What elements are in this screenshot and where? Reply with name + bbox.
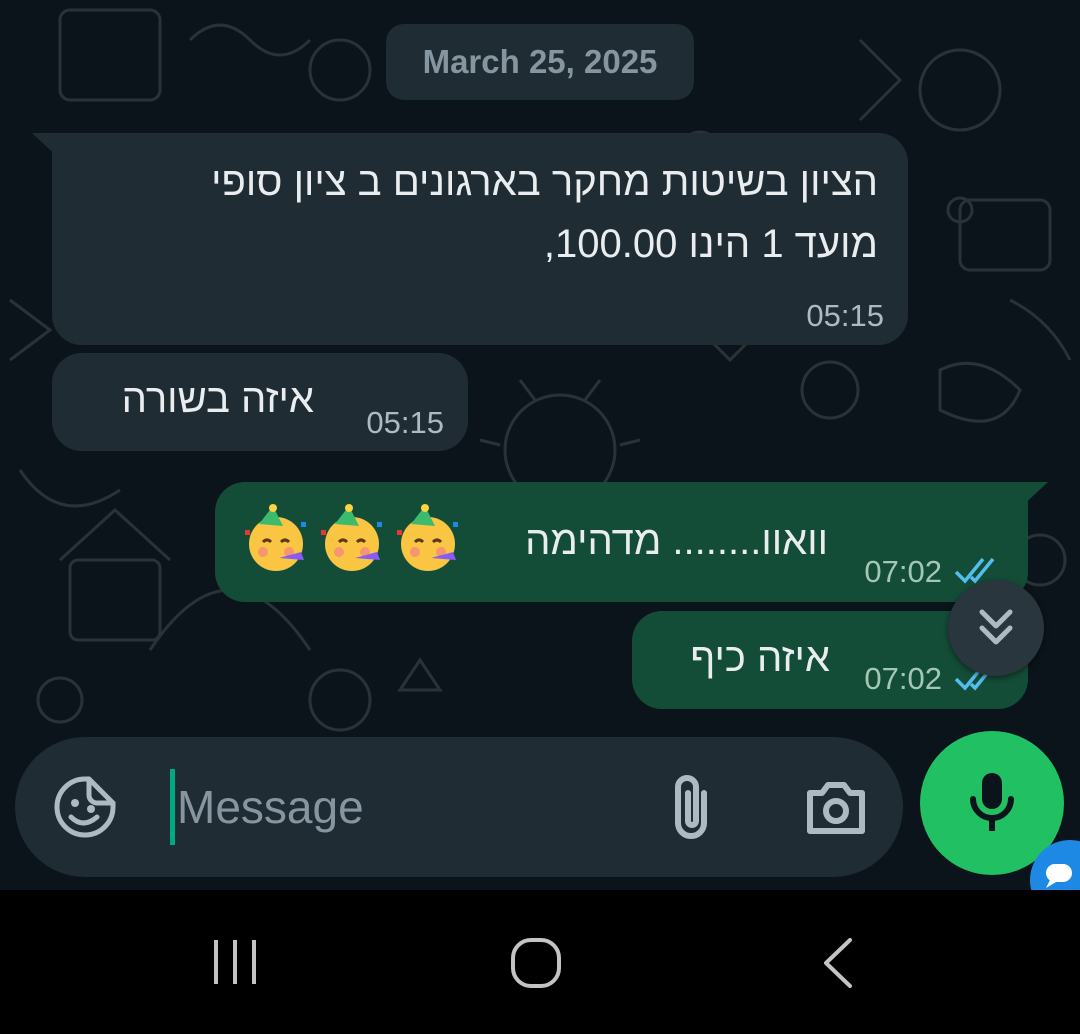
date-chip: March 25, 2025: [386, 24, 694, 100]
emoji-row: [243, 504, 461, 576]
bubble-tail: [32, 133, 62, 161]
chat-background[interactable]: March 25, 2025 הציון בשיטות מחקר בארגוני…: [0, 0, 1080, 890]
message-text: איזה כיף: [690, 636, 830, 680]
message-composer[interactable]: Message: [15, 737, 903, 877]
whatsapp-chat-screen: March 25, 2025 הציון בשיטות מחקר בארגוני…: [0, 0, 1080, 1034]
system-navigation-bar: [0, 890, 1080, 1034]
paperclip-icon[interactable]: [666, 771, 716, 843]
double-chevron-down-icon: [979, 609, 1013, 645]
partying-face-emoji-icon: [321, 504, 382, 571]
recents-icon[interactable]: [210, 938, 260, 988]
message-input[interactable]: Message: [177, 780, 364, 834]
message-bubble-outgoing[interactable]: וואוו........ מדהימה 07:02: [215, 482, 1048, 602]
partying-face-emoji-icon: [397, 504, 458, 571]
partying-face-emoji-icon: [245, 504, 306, 571]
message-time: 07:02: [864, 554, 942, 589]
message-text: איזה בשורה: [121, 377, 314, 421]
message-line: הציון בשיטות מחקר בארגונים ב ציון סופי: [211, 160, 878, 204]
chat-icon: [1046, 864, 1072, 888]
microphone-icon: [970, 773, 1014, 831]
text-cursor: [170, 769, 175, 845]
bubble-tail: [1018, 482, 1048, 510]
message-text: וואוו........ מדהימה: [525, 519, 828, 563]
message-time: 05:15: [806, 298, 884, 333]
camera-icon[interactable]: [804, 777, 868, 837]
back-icon[interactable]: [820, 937, 856, 989]
message-text: הציון בשיטות מחקר בארגונים ב ציון סופי מ…: [211, 151, 878, 275]
message-bubble-incoming[interactable]: איזה בשורה 05:15: [52, 353, 468, 451]
message-time: 07:02: [864, 661, 942, 696]
message-time: 05:15: [366, 405, 444, 440]
message-line: מועד 1 הינו 100.00,: [543, 222, 878, 266]
message-bubble-incoming[interactable]: הציון בשיטות מחקר בארגונים ב ציון סופי מ…: [32, 133, 908, 345]
scroll-to-bottom-button[interactable]: [948, 580, 1044, 676]
home-icon[interactable]: [510, 937, 562, 989]
sticker-icon[interactable]: [53, 775, 117, 839]
